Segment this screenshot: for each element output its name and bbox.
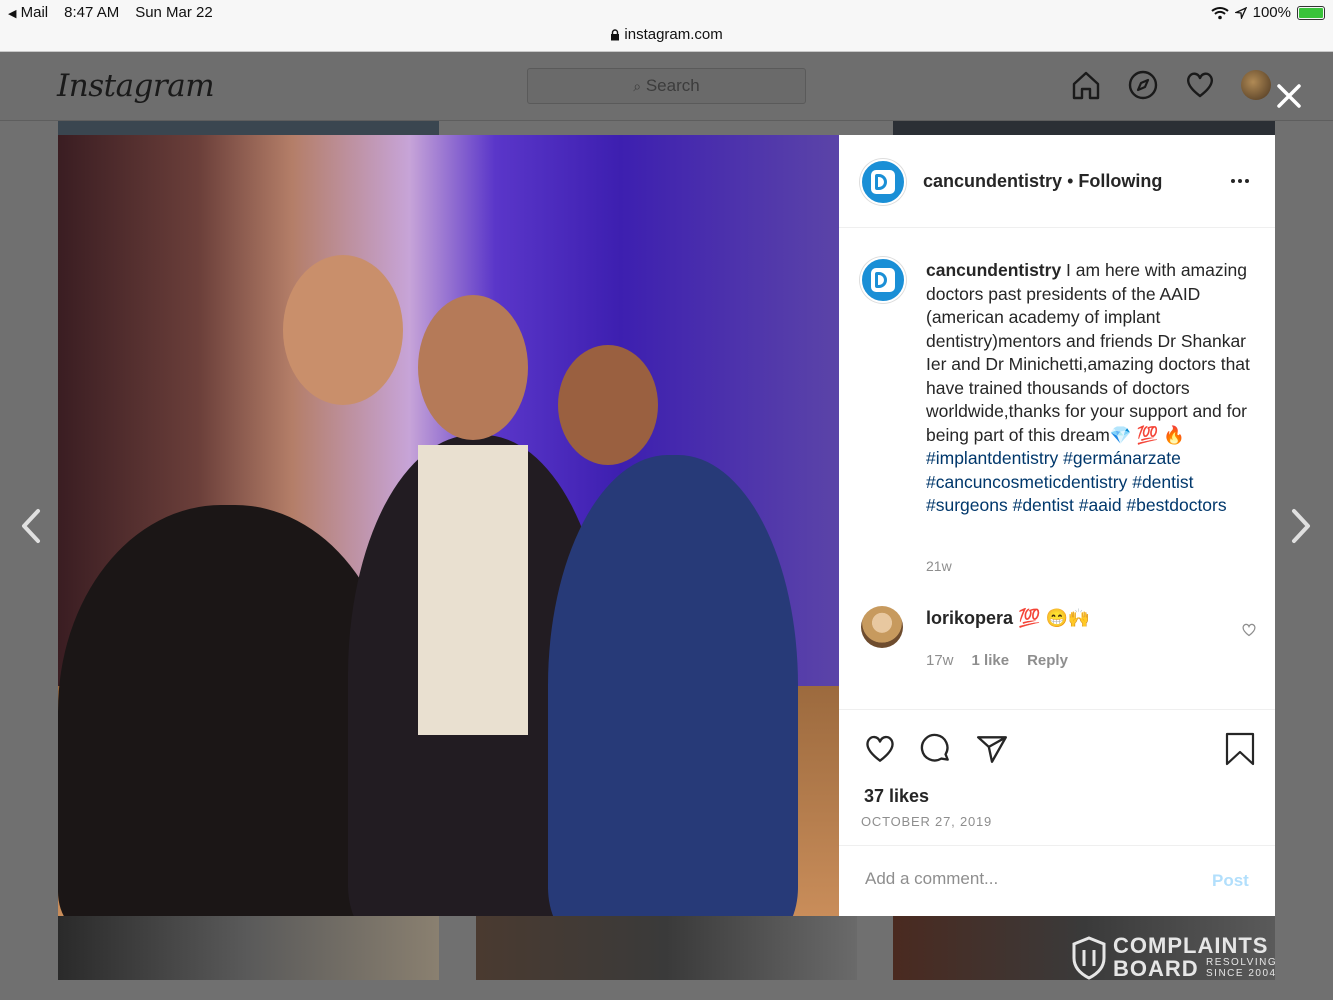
likes-count[interactable]: 37 likes <box>864 786 929 807</box>
back-to-mail-link[interactable]: ◀ Mail <box>8 4 48 21</box>
previous-arrow-icon[interactable] <box>20 508 42 544</box>
reply-button[interactable]: Reply <box>1027 652 1068 669</box>
caption-age[interactable]: 21w <box>926 558 952 574</box>
url-bar[interactable]: instagram.com <box>0 26 1333 52</box>
profile-avatar[interactable] <box>1241 70 1271 100</box>
author-username[interactable]: cancundentistry <box>923 171 1062 191</box>
search-icon: ⌕ <box>633 78 642 94</box>
grid-tile[interactable] <box>476 916 857 980</box>
post-comment-button[interactable]: Post <box>1212 871 1249 891</box>
post-caption: cancundentistry I am here with amazing d… <box>926 259 1266 518</box>
post-date[interactable]: OCTOBER 27, 2019 <box>861 814 992 829</box>
instagram-logo[interactable]: Instagram <box>57 68 215 104</box>
commenter-avatar[interactable] <box>861 606 903 648</box>
post-photo[interactable] <box>58 135 839 916</box>
watermark-tag1: RESOLVING <box>1206 957 1278 968</box>
url-text: instagram.com <box>624 26 723 44</box>
post-actions: 37 likes OCTOBER 27, 2019 Post <box>839 709 1275 917</box>
like-heart-icon[interactable] <box>863 732 897 766</box>
wifi-icon <box>1210 6 1229 19</box>
shield-icon <box>1072 936 1106 980</box>
more-options-icon[interactable] <box>1231 179 1249 183</box>
watermark-line1: COMPLAINTS <box>1113 933 1269 958</box>
caption-text: I am here with amazing doctors past pres… <box>926 260 1250 445</box>
add-comment-bar: Post <box>839 845 1275 918</box>
search-placeholder: Search <box>645 76 700 95</box>
location-icon <box>1234 6 1247 19</box>
ios-status-bar: ◀ Mail 8:47 AM Sun Mar 22 100% <box>0 0 1333 26</box>
comment-input[interactable] <box>863 868 1187 890</box>
following-button[interactable]: Following <box>1078 171 1162 191</box>
share-paper-plane-icon[interactable] <box>975 732 1009 766</box>
comment-age[interactable]: 17w <box>926 652 954 669</box>
explore-compass-icon[interactable] <box>1127 69 1159 101</box>
grid-tile[interactable] <box>58 121 439 135</box>
caption-username[interactable]: cancundentistry <box>926 260 1061 280</box>
comment-like-heart-icon[interactable] <box>1241 622 1257 638</box>
comment-username[interactable]: lorikopera <box>926 608 1013 628</box>
watermark-line2: BOARD <box>1113 956 1199 981</box>
photo-head-right <box>558 345 658 465</box>
photo-person-left <box>58 505 398 916</box>
comment-bubble-icon[interactable] <box>919 732 953 766</box>
photo-person-right <box>548 455 798 916</box>
back-app-label: Mail <box>20 4 49 21</box>
status-date: Sun Mar 22 <box>135 4 213 21</box>
comment-item: lorikopera 💯 😁🙌 <box>926 608 1090 629</box>
post-details-panel: cancundentistry • Following cancundentis… <box>839 135 1275 916</box>
photo-shirt-center <box>418 445 528 735</box>
instagram-header: Instagram ⌕ Search <box>0 52 1333 121</box>
author-avatar[interactable] <box>860 159 906 205</box>
watermark-tag2: SINCE 2004 <box>1206 968 1277 979</box>
photo-head-left <box>283 255 403 405</box>
post-header: cancundentistry • Following <box>839 135 1275 228</box>
battery-icon <box>1297 5 1325 20</box>
search-input[interactable]: ⌕ Search <box>527 68 806 104</box>
comment-text: 💯 😁🙌 <box>1013 608 1091 628</box>
battery-percent: 100% <box>1252 4 1291 21</box>
caption-author-avatar[interactable] <box>860 257 906 303</box>
comment-likes[interactable]: 1 like <box>972 652 1010 669</box>
home-icon[interactable] <box>1070 69 1102 101</box>
comment-meta: 17w 1 like Reply <box>926 652 1068 669</box>
close-icon[interactable] <box>1273 80 1305 112</box>
status-time: 8:47 AM <box>64 4 120 21</box>
photo-head-center <box>418 295 528 440</box>
grid-tile[interactable] <box>893 121 1275 135</box>
dot-separator: • <box>1067 171 1079 191</box>
save-bookmark-icon[interactable] <box>1225 732 1255 766</box>
caption-hashtags[interactable]: #implantdentistry #germánarzate #cancunc… <box>926 448 1227 515</box>
complaintsboard-watermark: COMPLAINTS BOARD RESOLVING SINCE 2004 <box>1072 934 1287 984</box>
watermark-tagline: RESOLVING SINCE 2004 <box>1206 957 1277 979</box>
grid-tile[interactable] <box>58 916 439 980</box>
next-arrow-icon[interactable] <box>1290 508 1312 544</box>
lock-icon <box>611 29 620 41</box>
activity-heart-icon[interactable] <box>1184 69 1216 101</box>
